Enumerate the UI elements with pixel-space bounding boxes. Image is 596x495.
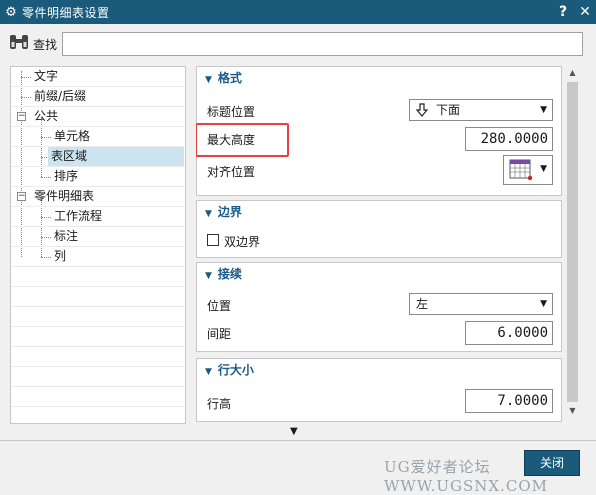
- close-button[interactable]: 关闭: [524, 450, 580, 476]
- tree-item-workflow[interactable]: 工作流程: [11, 207, 185, 227]
- tree-empty-row: [11, 267, 185, 287]
- scroll-up-icon[interactable]: ▲: [567, 68, 578, 82]
- tree-empty-row: [11, 327, 185, 347]
- tree-empty-row: [11, 307, 185, 327]
- tree-empty-row: [11, 347, 185, 367]
- chevron-down-icon: ▼: [540, 105, 547, 115]
- gear-icon: ⚙: [5, 4, 17, 20]
- section-row-size: ▼ 行大小 行高 7.0000: [196, 358, 562, 422]
- collapse-triangle-icon: ▼: [205, 75, 212, 85]
- binoculars-icon: [10, 35, 28, 49]
- alignment-picker[interactable]: ▼: [503, 155, 553, 185]
- collapse-icon[interactable]: −: [17, 192, 26, 201]
- window-title: 零件明细表设置: [22, 5, 110, 20]
- collapse-triangle-icon: ▼: [205, 271, 212, 281]
- tree-empty-row: [11, 367, 185, 387]
- tree-item-prefix-suffix[interactable]: 前缀/后缀: [11, 87, 185, 107]
- spacing-input[interactable]: 6.0000: [465, 321, 553, 345]
- section-row-size-header[interactable]: ▼ 行大小: [197, 359, 561, 381]
- tree-item-label: 前缀/后缀: [34, 89, 87, 103]
- tree-empty-row: [11, 287, 185, 307]
- title-position-label: 标题位置: [207, 105, 256, 119]
- section-format: ▼ 格式 标题位置 下面 ▼ 最大高度 280.0000 对齐位置 ▼: [196, 66, 562, 196]
- tree-item-annotation[interactable]: 标注: [11, 227, 185, 247]
- tree-item-column[interactable]: 列: [11, 247, 185, 267]
- scroll-down-icon[interactable]: ▼: [567, 406, 578, 420]
- tree-item-label: 文字: [34, 69, 59, 83]
- section-border: ▼ 边界 双边界: [196, 200, 562, 258]
- collapse-triangle-icon: ▼: [205, 367, 212, 377]
- title-bar: ⚙ 零件明细表设置 ? ✕: [0, 0, 596, 24]
- arrow-down-icon: [416, 103, 428, 117]
- row-height-label: 行高: [207, 397, 232, 411]
- title-position-dropdown[interactable]: 下面 ▼: [409, 99, 553, 121]
- max-height-input[interactable]: 280.0000: [465, 127, 553, 151]
- settings-panel: ▼ 格式 标题位置 下面 ▼ 最大高度 280.0000 对齐位置 ▼ ▼ 边界…: [196, 66, 582, 424]
- tree-empty-row: [11, 387, 185, 407]
- settings-tree: 文字 前缀/后缀 − 公共 单元格 表区域 排序 − 零件明细表 工作流程 标注…: [10, 66, 186, 424]
- close-window-button[interactable]: ✕: [574, 4, 596, 20]
- row-height-input[interactable]: 7.0000: [465, 389, 553, 413]
- section-join: ▼ 接续 位置 左 ▼ 间距 6.0000: [196, 262, 562, 352]
- double-border-checkbox[interactable]: [207, 234, 219, 246]
- chevron-down-icon: ▼: [540, 164, 547, 174]
- tree-item-common[interactable]: − 公共: [11, 107, 185, 127]
- section-format-header[interactable]: ▼ 格式: [197, 67, 561, 89]
- tree-item-label: 单元格: [54, 129, 91, 143]
- tree-item-label: 公共: [34, 109, 59, 123]
- alignment-label: 对齐位置: [207, 165, 256, 179]
- tree-item-label: 列: [54, 249, 67, 263]
- tree-item-table-area[interactable]: 表区域: [11, 147, 185, 167]
- position-label: 位置: [207, 299, 232, 313]
- tree-item-label: 工作流程: [54, 209, 103, 223]
- search-label: 查找: [33, 38, 58, 52]
- double-border-label: 双边界: [224, 235, 261, 249]
- tree-item-text[interactable]: 文字: [11, 67, 185, 87]
- section-border-header[interactable]: ▼ 边界: [197, 201, 561, 223]
- position-dropdown[interactable]: 左 ▼: [409, 293, 553, 315]
- max-height-label: 最大高度: [207, 133, 256, 147]
- tree-item-label: 排序: [54, 169, 79, 183]
- search-row: 查找: [0, 24, 596, 64]
- spacing-label: 间距: [207, 327, 232, 341]
- section-join-header[interactable]: ▼ 接续: [197, 263, 561, 285]
- tree-item-sort[interactable]: 排序: [11, 167, 185, 187]
- tree-item-label: 零件明细表: [34, 189, 95, 203]
- tree-item-label: 标注: [54, 229, 79, 243]
- collapse-triangle-icon: ▼: [205, 209, 212, 219]
- scroll-thumb[interactable]: [567, 82, 578, 402]
- vertical-scrollbar[interactable]: ▲ ▼: [564, 66, 580, 422]
- help-button[interactable]: ?: [552, 4, 574, 20]
- position-value: 左: [416, 297, 429, 311]
- title-position-value: 下面: [436, 103, 461, 117]
- chevron-down-icon: ▼: [540, 299, 547, 309]
- tree-item-label: 表区域: [48, 147, 184, 166]
- collapse-icon[interactable]: −: [17, 112, 26, 121]
- tree-item-cell[interactable]: 单元格: [11, 127, 185, 147]
- table-grid-icon: [509, 159, 533, 181]
- search-input[interactable]: [62, 32, 583, 56]
- tree-item-parts-list[interactable]: − 零件明细表: [11, 187, 185, 207]
- expand-more-icon[interactable]: ▼: [290, 426, 298, 437]
- footer-divider: [0, 440, 596, 441]
